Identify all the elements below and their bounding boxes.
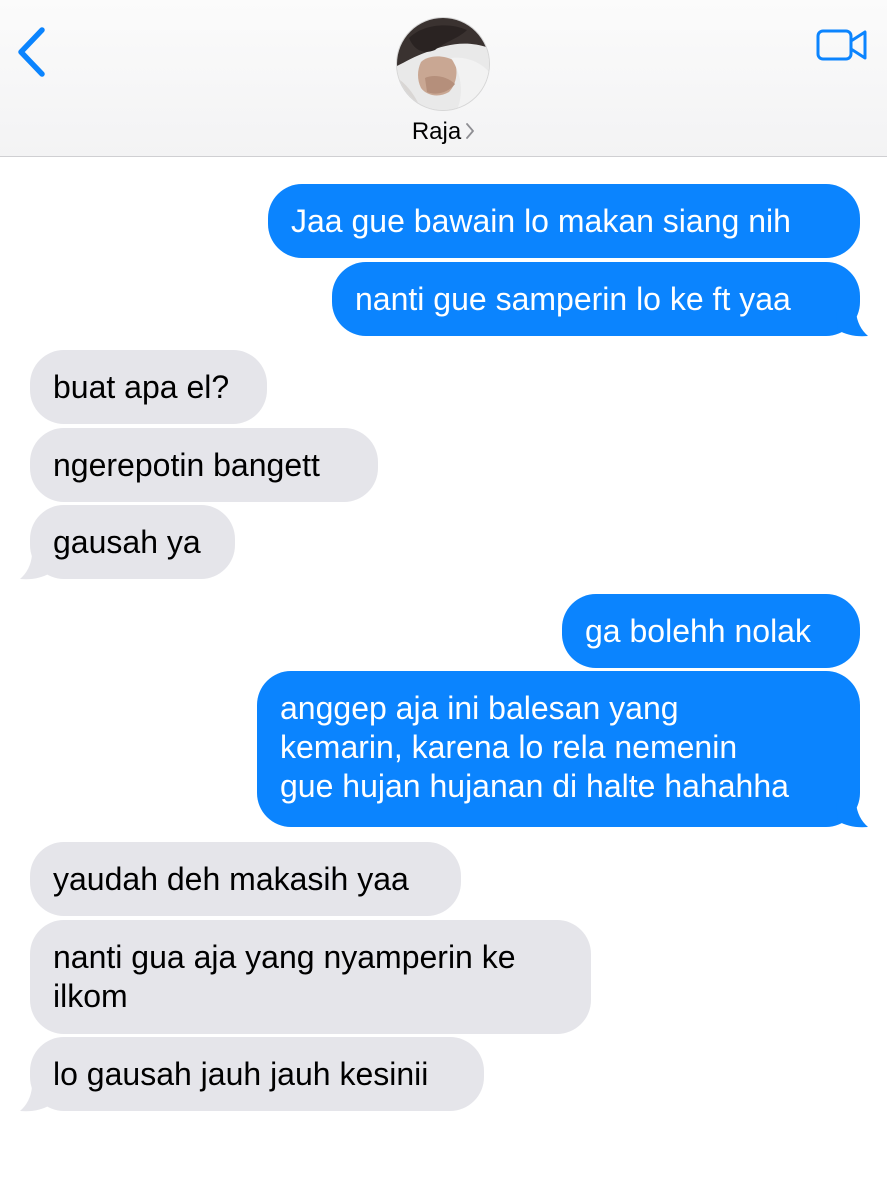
message-text: lo gausah jauh jauh kesinii [53,1056,429,1092]
bubble-tail [20,555,52,580]
message-bubble-incoming[interactable]: ngerepotin bangett [30,428,378,502]
message-text: Jaa gue bawain lo makan siang nih [291,203,791,239]
video-camera-icon [816,29,867,61]
message-bubble-incoming[interactable]: nanti gua aja yang nyamperin ke ilkom [30,920,591,1034]
message-bubble-incoming[interactable]: buat apa el? [30,350,267,424]
message-bubble-outgoing[interactable]: Jaa gue bawain lo makan siang nih [268,184,860,258]
contact-avatar[interactable] [397,18,489,110]
bubble-tail [836,803,868,828]
message-bubble-outgoing[interactable]: ga bolehh nolak [562,594,860,668]
message-text: yaudah deh makasih yaa [53,861,409,897]
bubble-tail [836,312,868,337]
conversation-header: Raja [0,0,887,157]
message-bubble-incoming[interactable]: gausah ya [30,505,235,579]
message-bubble-incoming[interactable]: yaudah deh makasih yaa [30,842,461,916]
contact-name-button[interactable]: Raja [0,118,887,147]
bubble-tail [20,1087,52,1112]
message-text: ga bolehh nolak [585,613,811,649]
message-text-line: ilkom [53,978,128,1014]
message-text-line: nanti gua aja yang nyamperin ke [53,939,516,975]
chevron-left-icon [18,27,45,77]
contact-name: Raja [411,118,462,145]
message-text: buat apa el? [53,369,230,405]
message-bubble-outgoing[interactable]: nanti gue samperin lo ke ft yaa [332,262,860,336]
message-text-line: kemarin, karena lo rela nemenin [280,729,738,765]
message-text: gausah ya [53,524,201,560]
message-bubble-outgoing[interactable]: anggep aja ini balesan yang kemarin, kar… [257,671,860,827]
message-text-line: gue hujan hujanan di halte hahahha [280,768,789,804]
message-bubble-incoming[interactable]: lo gausah jauh jauh kesinii [30,1037,484,1111]
back-button[interactable] [10,22,58,82]
video-call-button[interactable] [812,24,872,68]
message-text: nanti gue samperin lo ke ft yaa [355,281,791,317]
avatar-photo [397,18,489,110]
chevron-right-icon [465,119,475,147]
message-text-line: anggep aja ini balesan yang [280,690,679,726]
message-text: ngerepotin bangett [53,447,320,483]
